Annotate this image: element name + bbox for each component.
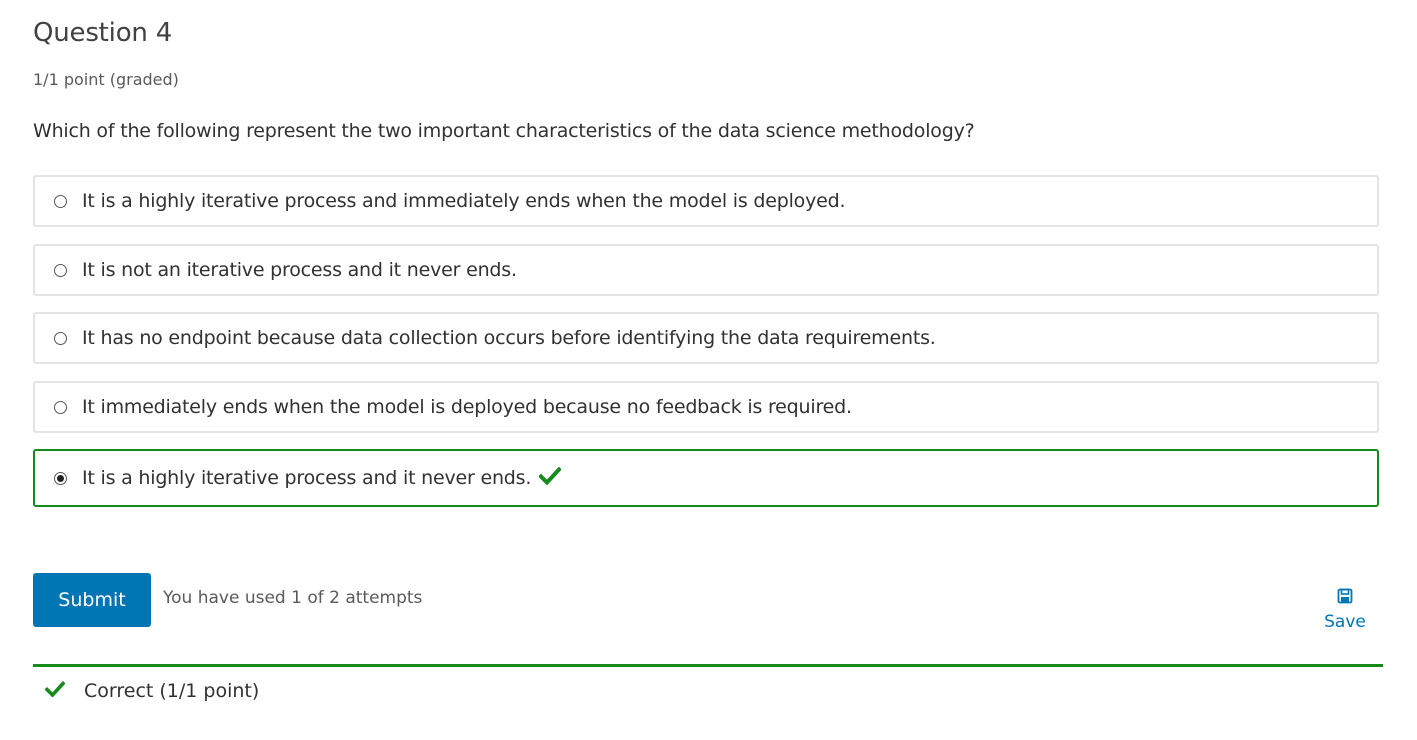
feedback-divider xyxy=(33,664,1383,667)
submit-button[interactable]: Submit xyxy=(33,573,151,627)
floppy-disk-icon xyxy=(1318,588,1372,608)
attempts-text: You have used 1 of 2 attempts xyxy=(163,588,423,608)
problem-page: Question 4 1/1 point (graded) Which of t… xyxy=(0,0,1417,740)
choice-label: It is a highly iterative process and imm… xyxy=(82,190,846,212)
choice-2[interactable]: It is not an iterative process and it ne… xyxy=(33,244,1379,296)
question-prompt: Which of the following represent the two… xyxy=(33,120,975,142)
radio-button[interactable] xyxy=(54,263,67,277)
checkmark-icon xyxy=(538,466,563,489)
choice-label: It has no endpoint because data collecti… xyxy=(82,327,936,349)
radio-button[interactable] xyxy=(54,194,67,208)
question-points: 1/1 point (graded) xyxy=(33,70,179,89)
save-label: Save xyxy=(1324,612,1366,632)
choice-4[interactable]: It immediately ends when the model is de… xyxy=(33,381,1379,433)
choice-5[interactable]: It is a highly iterative process and it … xyxy=(33,449,1379,507)
choice-1[interactable]: It is a highly iterative process and imm… xyxy=(33,175,1379,227)
radio-button[interactable] xyxy=(54,400,67,414)
choice-3[interactable]: It has no endpoint because data collecti… xyxy=(33,312,1379,364)
question-title: Question 4 xyxy=(33,18,173,48)
radio-button[interactable] xyxy=(54,331,67,345)
choice-label: It is a highly iterative process and it … xyxy=(82,467,532,489)
radio-button-selected[interactable] xyxy=(54,471,67,485)
feedback-message: Correct (1/1 point) xyxy=(44,680,260,702)
save-button[interactable]: Save xyxy=(1318,588,1372,632)
choice-label: It is not an iterative process and it ne… xyxy=(82,259,517,281)
feedback-text: Correct (1/1 point) xyxy=(84,680,260,702)
choice-label: It immediately ends when the model is de… xyxy=(82,396,852,418)
checkmark-icon xyxy=(44,680,66,701)
